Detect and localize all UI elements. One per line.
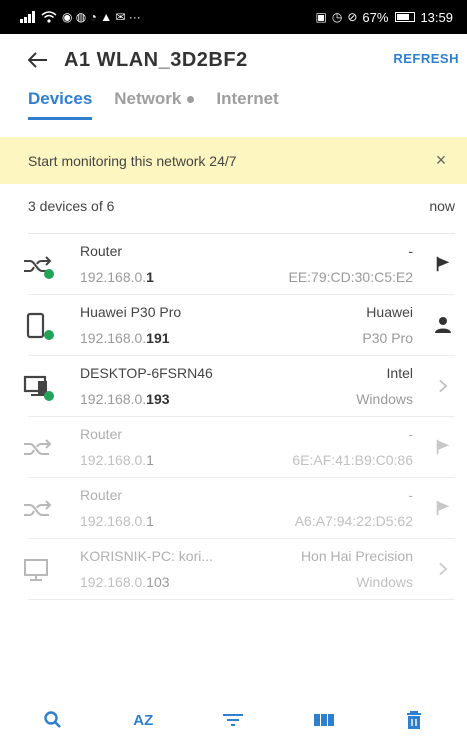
device-ip: 192.168.0.191 <box>80 330 170 346</box>
alarm-icon: ◷ <box>331 10 343 24</box>
desktop-icon <box>22 372 56 402</box>
router-icon <box>22 250 56 280</box>
device-detail: 6E:AF:41:B9:C0:86 <box>292 452 413 468</box>
flag-icon[interactable] <box>431 496 455 520</box>
last-updated: now <box>429 198 455 214</box>
delete-button[interactable] <box>394 700 434 740</box>
device-detail: A6:A7:94:22:D5:62 <box>294 513 413 529</box>
refresh-button[interactable]: REFRESH <box>393 51 459 66</box>
device-name: DESKTOP-6FSRN46 <box>80 365 213 381</box>
network-indicator-dot <box>187 96 195 104</box>
device-vendor: Intel <box>386 365 413 381</box>
device-vendor: - <box>408 243 413 259</box>
device-detail: P30 Pro <box>362 330 413 346</box>
device-detail: Windows <box>356 391 413 407</box>
chevron-right-icon[interactable] <box>431 557 455 581</box>
bottom-toolbar: AZ <box>0 695 467 745</box>
device-name: Router <box>80 243 123 259</box>
device-ip: 192.168.0.1 <box>80 269 154 285</box>
tab-bar: Devices Network Internet <box>0 86 467 124</box>
battery-icon <box>395 12 416 22</box>
columns-icon <box>313 714 334 726</box>
device-vendor: - <box>408 487 413 503</box>
phone-icon <box>22 311 56 341</box>
banner-text: Start monitoring this network 24/7 <box>28 152 237 169</box>
device-count: 3 devices of 6 <box>28 198 115 214</box>
chevron-right-icon[interactable] <box>431 374 455 398</box>
columns-button[interactable] <box>304 700 344 740</box>
device-ip: 192.168.0.103 <box>80 574 170 590</box>
sort-button[interactable]: AZ <box>123 700 163 740</box>
signal-icon <box>20 11 35 23</box>
close-icon[interactable]: × <box>429 150 453 171</box>
device-list: Router 192.168.0.1 - EE:79:CD:30:C5:E2 H… <box>0 234 467 600</box>
device-vendor: - <box>408 426 413 442</box>
device-ip: 192.168.0.193 <box>80 391 170 407</box>
arrow-left-icon <box>28 52 47 68</box>
notification-icons: ◉ ◍ ◔ ▲ ✉ ··· <box>62 10 141 24</box>
status-bar: ◉ ◍ ◔ ▲ ✉ ··· ▣ ◷ ⊘ 67% 13:59 <box>0 0 467 34</box>
device-detail: EE:79:CD:30:C5:E2 <box>288 269 413 285</box>
tab-internet[interactable]: Internet <box>216 86 278 124</box>
device-name: Router <box>80 487 123 503</box>
flag-icon[interactable] <box>431 435 455 459</box>
device-vendor: Hon Hai Precision <box>300 548 413 564</box>
filter-icon <box>223 714 244 726</box>
device-ip: 192.168.0.1 <box>80 452 154 468</box>
router-icon <box>22 433 56 463</box>
battery-percent: 67% <box>362 9 389 25</box>
router-icon <box>22 494 56 524</box>
device-row[interactable]: DESKTOP-6FSRN46 192.168.0.193 Intel Wind… <box>23 356 455 417</box>
wifi-icon <box>41 11 57 23</box>
delete-icon <box>406 711 421 729</box>
filter-button[interactable] <box>213 700 253 740</box>
device-row[interactable]: Router 192.168.0.1 - 6E:AF:41:B9:C0:86 <box>24 417 455 478</box>
person-icon[interactable] <box>431 313 455 337</box>
tab-network[interactable]: Network <box>114 86 195 124</box>
device-detail: Windows <box>356 574 413 590</box>
status-bar-right-icons: ▣ ◷ ⊘ 67% 13:59 <box>316 10 453 25</box>
sort-az-icon: AZ <box>133 711 154 729</box>
clock: 13:59 <box>420 9 453 25</box>
search-button[interactable] <box>33 700 73 740</box>
monitoring-banner[interactable]: Start monitoring this network 24/7 × <box>0 137 467 184</box>
page-title: A1 WLAN_3D2BF2 <box>64 48 248 71</box>
monitor-icon <box>22 555 56 585</box>
flag-icon[interactable] <box>431 252 455 276</box>
mute-icon: ⊘ <box>347 10 358 24</box>
device-row[interactable]: Huawei P30 Pro 192.168.0.191 Huawei P30 … <box>26 295 455 356</box>
device-ip: 192.168.0.1 <box>80 513 154 529</box>
nfc-icon: ▣ <box>315 10 327 24</box>
device-row[interactable]: Router 192.168.0.1 - A6:A7:94:22:D5:62 <box>24 478 455 539</box>
device-name: Router <box>80 426 123 442</box>
tab-devices[interactable]: Devices <box>28 86 93 124</box>
back-button[interactable] <box>14 34 62 86</box>
device-summary: 3 devices of 6 now <box>0 198 467 222</box>
search-icon <box>44 711 62 728</box>
device-row[interactable]: KORISNIK-PC: kori... 192.168.0.103 Hon H… <box>24 539 455 600</box>
device-vendor: Huawei <box>366 304 413 320</box>
status-bar-left-icons: ◉ ◍ ◔ ▲ ✉ ··· <box>20 10 141 24</box>
device-row[interactable]: Router 192.168.0.1 - EE:79:CD:30:C5:E2 <box>24 234 455 295</box>
device-name: KORISNIK-PC: kori... <box>80 548 214 564</box>
app-bar: A1 WLAN_3D2BF2 REFRESH <box>0 34 467 86</box>
device-name: Huawei P30 Pro <box>80 304 182 320</box>
